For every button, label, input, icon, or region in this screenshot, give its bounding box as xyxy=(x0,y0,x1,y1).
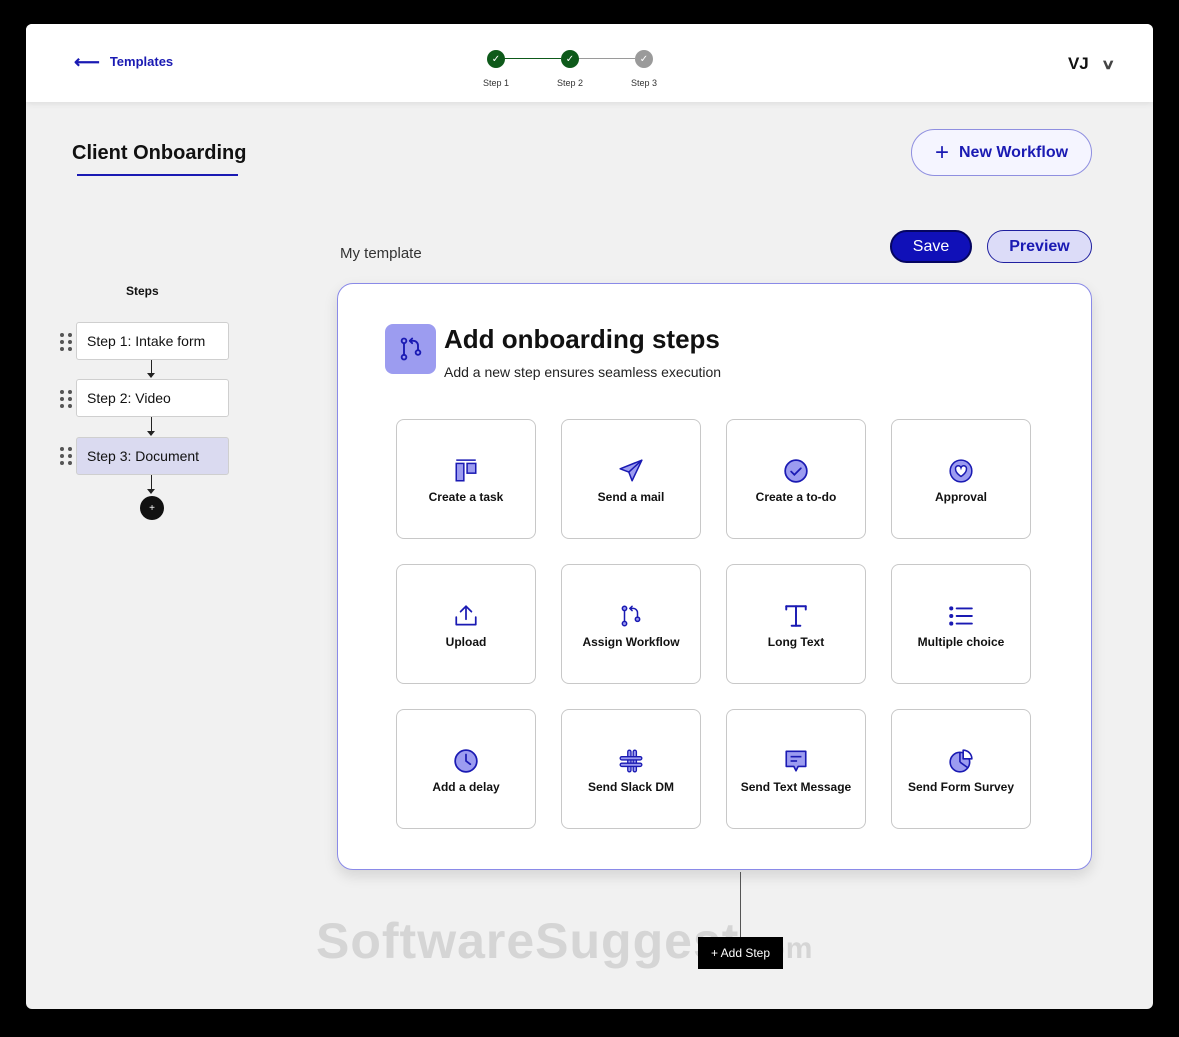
stepper-label-1: Step 1 xyxy=(482,78,510,88)
step-connector xyxy=(151,360,152,374)
add-steps-card: Add onboarding steps Add a new step ensu… xyxy=(337,283,1092,870)
task-board-icon xyxy=(455,459,477,482)
stepper-line-1 xyxy=(504,58,561,59)
tile-label: Add a delay xyxy=(432,780,500,794)
tile-label: Approval xyxy=(934,490,987,504)
tile-label: Create a task xyxy=(428,490,504,504)
tile-approval[interactable]: Approval xyxy=(891,419,1031,539)
back-label: Templates xyxy=(109,54,174,69)
drag-handle-icon[interactable] xyxy=(60,333,72,351)
tile-add-a-delay[interactable]: Add a delay xyxy=(396,709,536,829)
app-window: ⟵ Templates ✓ ✓ ✓ Step 1 Step 2 Step 3 V… xyxy=(26,24,1153,1009)
sidebar-step-2[interactable]: Step 2: Video xyxy=(76,379,229,417)
arrow-down-icon xyxy=(147,373,155,378)
new-workflow-label: New Workflow xyxy=(958,143,1069,161)
message-icon xyxy=(785,750,807,772)
drag-handle-icon[interactable] xyxy=(60,447,72,465)
progress-stepper: ✓ ✓ ✓ Step 1 Step 2 Step 3 xyxy=(483,50,666,90)
top-bar: ⟵ Templates ✓ ✓ ✓ Step 1 Step 2 Step 3 V… xyxy=(26,24,1153,102)
back-to-templates-link[interactable]: ⟵ Templates xyxy=(74,51,174,72)
stepper-node-2[interactable]: ✓ xyxy=(561,50,579,68)
step-connector xyxy=(151,475,152,490)
git-branch-icon xyxy=(385,324,436,374)
tile-send-text-message[interactable]: Send Text Message xyxy=(726,709,866,829)
plus-icon: + xyxy=(934,138,949,166)
check-icon: ✓ xyxy=(639,53,649,65)
preview-button[interactable]: Preview xyxy=(987,230,1092,263)
tile-send-form-survey[interactable]: Send Form Survey xyxy=(891,709,1031,829)
add-step-connector xyxy=(740,872,741,944)
check-icon: ✓ xyxy=(491,53,501,65)
tile-assign-workflow[interactable]: Assign Workflow xyxy=(561,564,701,684)
page-title: Client Onboarding xyxy=(72,142,247,164)
steps-heading: Steps xyxy=(126,284,159,298)
heart-circle-icon xyxy=(949,459,973,483)
tile-create-a-task[interactable]: Create a task xyxy=(396,419,536,539)
new-workflow-button[interactable]: + New Workflow xyxy=(911,129,1092,176)
drag-handle-icon[interactable] xyxy=(60,390,72,408)
tile-label: Send a mail xyxy=(597,490,665,504)
tile-multiple-choice[interactable]: Multiple choice xyxy=(891,564,1031,684)
stepper-node-3[interactable]: ✓ xyxy=(635,50,653,68)
arrow-down-icon xyxy=(147,489,155,494)
user-menu[interactable]: VJ ∨ xyxy=(1067,54,1116,74)
add-step-circle-button[interactable]: + xyxy=(140,496,164,520)
arrow-down-icon xyxy=(147,431,155,436)
clock-icon xyxy=(454,749,478,773)
save-button[interactable]: Save xyxy=(890,230,972,263)
tile-send-slack-dm[interactable]: Send Slack DM xyxy=(561,709,701,829)
check-circle-icon xyxy=(784,459,808,483)
tile-label: Send Text Message xyxy=(740,780,852,794)
paper-plane-icon xyxy=(619,459,643,482)
text-t-icon xyxy=(785,605,807,627)
tile-label: Assign Workflow xyxy=(582,635,680,649)
template-name: My template xyxy=(340,245,422,262)
stepper-label-2: Step 2 xyxy=(556,78,584,88)
upload-icon xyxy=(455,605,477,626)
arrow-left-icon: ⟵ xyxy=(74,51,100,72)
tile-label: Create a to-do xyxy=(755,490,837,504)
slack-icon xyxy=(619,749,643,773)
card-subtitle: Add a new step ensures seamless executio… xyxy=(444,364,722,380)
add-step-button[interactable]: + Add Step xyxy=(698,937,783,969)
pie-chart-icon xyxy=(949,749,973,773)
tile-send-a-mail[interactable]: Send a mail xyxy=(561,419,701,539)
tile-upload[interactable]: Upload xyxy=(396,564,536,684)
stepper-line-2 xyxy=(578,58,635,59)
tile-label: Upload xyxy=(445,635,487,649)
user-initials: VJ xyxy=(1067,54,1089,73)
check-icon: ✓ xyxy=(565,53,575,65)
step-type-grid: Create a task Send a mail Create a to-do… xyxy=(396,419,1031,829)
tile-create-a-to-do[interactable]: Create a to-do xyxy=(726,419,866,539)
git-branch-icon xyxy=(621,605,641,627)
title-underline xyxy=(77,174,238,176)
card-title: Add onboarding steps xyxy=(444,324,720,354)
sidebar-step-3[interactable]: Step 3: Document xyxy=(76,437,229,475)
step-connector xyxy=(151,417,152,431)
sidebar-step-1[interactable]: Step 1: Intake form xyxy=(76,322,229,360)
chevron-down-icon: ∨ xyxy=(1100,55,1116,72)
list-icon xyxy=(949,606,973,626)
tile-label: Send Form Survey xyxy=(907,780,1015,794)
tile-label: Multiple choice xyxy=(917,635,1005,649)
tile-long-text[interactable]: Long Text xyxy=(726,564,866,684)
stepper-node-1[interactable]: ✓ xyxy=(487,50,505,68)
tile-label: Long Text xyxy=(767,635,825,649)
tile-label: Send Slack DM xyxy=(587,780,675,794)
stepper-label-3: Step 3 xyxy=(630,78,658,88)
